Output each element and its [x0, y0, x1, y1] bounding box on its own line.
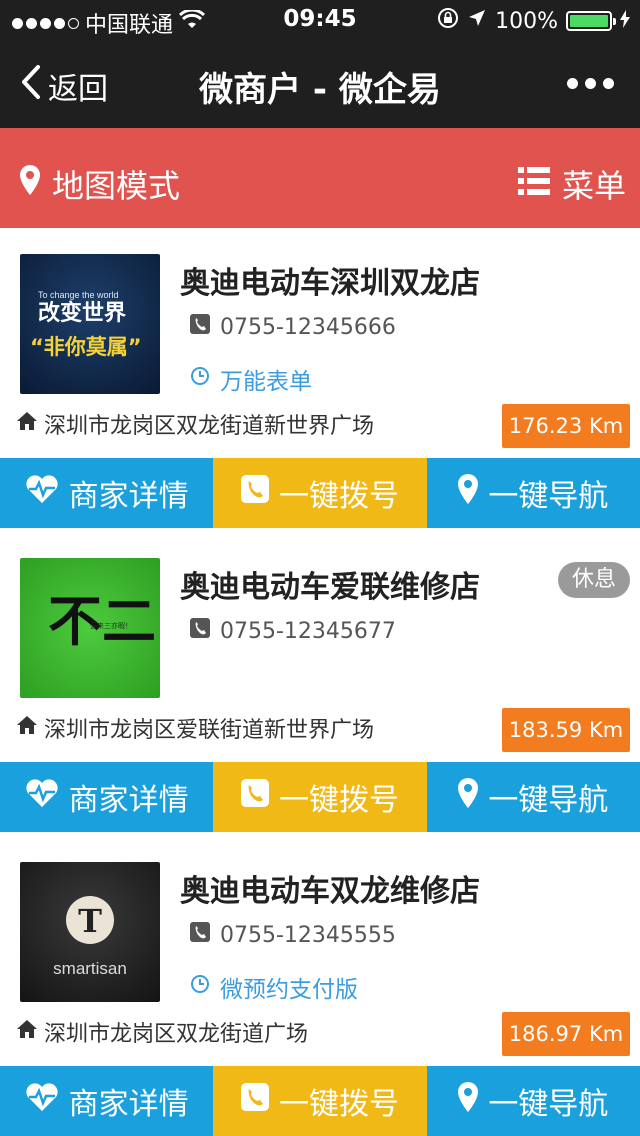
call-button[interactable]: 一键拨号 [213, 458, 427, 528]
navigate-label: 一键导航 [488, 783, 609, 818]
store-phone[interactable]: 0755-12345677 [190, 618, 396, 644]
store-address: 深圳市龙岗区爱联街道新世界广场 [16, 712, 374, 744]
map-pin-icon [458, 1082, 479, 1120]
store-card: To change the world 改变世界 “非你莫属” 奥迪电动车深圳双… [0, 228, 640, 532]
store-detail-button[interactable]: 商家详情 [0, 762, 214, 832]
home-icon [16, 715, 38, 741]
extra-label: 万能表单 [220, 369, 312, 395]
home-icon [16, 1019, 38, 1045]
address-text: 深圳市龙岗区双龙街道广场 [44, 1022, 309, 1047]
thumb-small-text: To change the world [38, 290, 119, 300]
call-button[interactable]: 一键拨号 [213, 1066, 427, 1136]
phone-number: 0755-12345555 [220, 922, 396, 948]
phone-icon [240, 475, 269, 511]
thumb-small-text: 云来三亦暇！ [90, 621, 132, 630]
navigate-button[interactable]: 一键导航 [426, 762, 640, 832]
extra-label: 微预约支付版 [220, 977, 358, 1003]
phone-icon [240, 1083, 269, 1119]
store-extra-link[interactable]: 微预约支付版 [190, 970, 358, 1004]
store-name[interactable]: 奥迪电动车深圳双龙店 [180, 258, 480, 302]
call-button[interactable]: 一键拨号 [213, 762, 427, 832]
store-thumbnail[interactable]: To change the world 改变世界 “非你莫属” [20, 254, 160, 394]
navigate-label: 一键导航 [488, 479, 609, 514]
store-detail-label: 商家详情 [68, 479, 189, 514]
menu-button[interactable]: 菜单 [517, 161, 626, 207]
distance-tag: 176.23 Km [502, 404, 630, 448]
store-card: T smartisan 奥迪电动车双龙维修店 0755-12345555 微预约… [0, 836, 640, 1136]
thumb-big-text: 不二 [48, 589, 156, 653]
store-address: 深圳市龙岗区双龙街道新世界广场 [16, 408, 374, 440]
navigate-button[interactable]: 一键导航 [426, 1066, 640, 1136]
store-detail-button[interactable]: 商家详情 [0, 458, 214, 528]
store-address: 深圳市龙岗区双龙街道广场 [16, 1016, 308, 1048]
action-bar: 商家详情 一键拨号 一键导航 [0, 1066, 640, 1136]
call-label: 一键拨号 [278, 1087, 399, 1122]
thumb-big-text: T [78, 902, 102, 940]
store-detail-label: 商家详情 [68, 783, 189, 818]
map-pin-icon [458, 778, 479, 816]
status-right: 100% [437, 7, 630, 35]
navigation-bar: 返回 微商户 - 微企易 [0, 40, 640, 128]
call-label: 一键拨号 [278, 783, 399, 818]
map-pin-icon [458, 474, 479, 512]
store-phone[interactable]: 0755-12345555 [190, 922, 396, 948]
store-detail-label: 商家详情 [68, 1087, 189, 1122]
address-text: 深圳市龙岗区双龙街道新世界广场 [44, 414, 375, 439]
navigate-button[interactable]: 一键导航 [426, 458, 640, 528]
page-title: 微商户 - 微企易 [199, 70, 441, 110]
action-bar: 商家详情 一键拨号 一键导航 [0, 762, 640, 832]
address-text: 深圳市龙岗区爱联街道新世界广场 [44, 718, 375, 743]
heartbeat-icon [25, 1082, 59, 1120]
map-mode-label: 地图模式 [52, 167, 181, 205]
phone-icon [190, 618, 210, 644]
store-extra-link[interactable]: 万能表单 [190, 362, 312, 396]
phone-icon [190, 922, 210, 948]
more-dots-icon[interactable] [567, 78, 614, 89]
distance-tag: 186.97 Km [502, 1012, 630, 1056]
map-pin-icon [20, 165, 40, 203]
store-card: 不二 云来三亦暇！ 奥迪电动车爱联维修店 休息 0755-12345677 深圳… [0, 532, 640, 836]
phone-number: 0755-12345666 [220, 314, 396, 340]
store-thumbnail[interactable]: 不二 云来三亦暇！ [20, 558, 160, 698]
action-bar: 商家详情 一键拨号 一键导航 [0, 458, 640, 528]
rotation-lock-icon [437, 7, 459, 35]
clock-icon [190, 974, 210, 1000]
thumb-small-text: smartisan [53, 959, 127, 978]
battery-icon [566, 11, 616, 31]
status-badge: 休息 [557, 562, 630, 598]
clock-icon [190, 366, 210, 392]
location-arrow-icon [467, 8, 487, 34]
store-name[interactable]: 奥迪电动车爱联维修店 [180, 562, 480, 606]
phone-icon [190, 314, 210, 340]
mode-toolbar: 地图模式 菜单 [0, 128, 640, 228]
heartbeat-icon [25, 474, 59, 512]
list-icon [517, 165, 550, 203]
status-bar: 中国联通 09:45 100% [0, 0, 640, 40]
battery-percent: 100% [495, 8, 558, 34]
store-phone[interactable]: 0755-12345666 [190, 314, 396, 340]
store-thumbnail[interactable]: T smartisan [20, 862, 160, 1002]
distance-tag: 183.59 Km [502, 708, 630, 752]
store-detail-button[interactable]: 商家详情 [0, 1066, 214, 1136]
phone-number: 0755-12345677 [220, 618, 396, 644]
call-label: 一键拨号 [278, 479, 399, 514]
phone-icon [240, 779, 269, 815]
charging-icon [620, 9, 630, 34]
store-list: To change the world 改变世界 “非你莫属” 奥迪电动车深圳双… [0, 228, 640, 1136]
store-name[interactable]: 奥迪电动车双龙维修店 [180, 866, 480, 910]
menu-label: 菜单 [561, 167, 626, 205]
map-mode-button[interactable]: 地图模式 [20, 161, 180, 207]
home-icon [16, 411, 38, 437]
thumb-big-text: 改变世界 [38, 300, 126, 326]
heartbeat-icon [25, 778, 59, 816]
navigate-label: 一键导航 [488, 1087, 609, 1122]
thumb-quote-text: “非你莫属” [30, 335, 142, 359]
